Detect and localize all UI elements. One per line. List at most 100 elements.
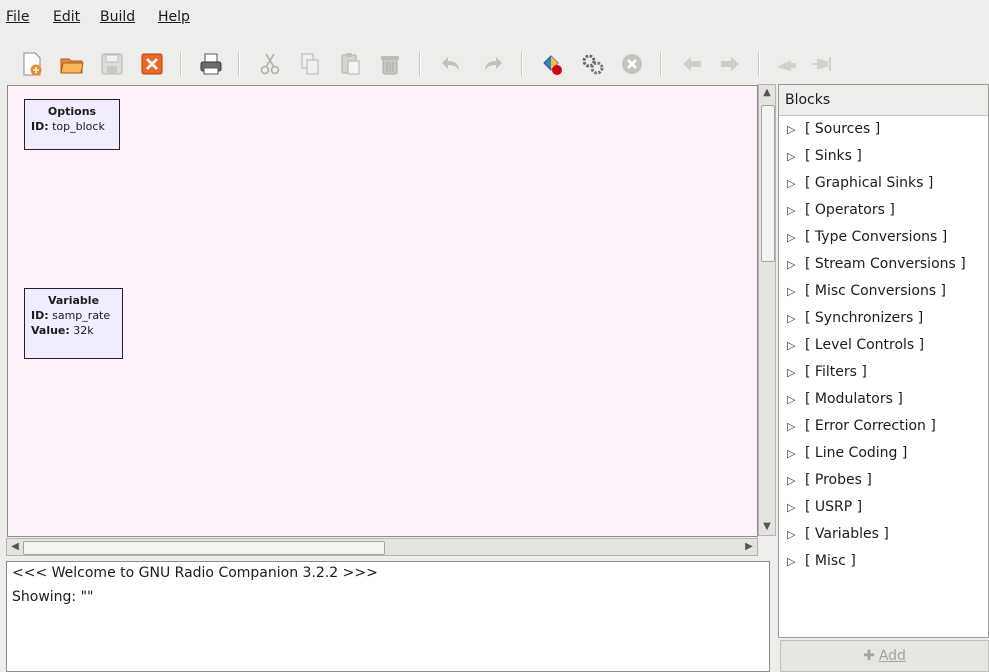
expand-arrow-icon[interactable]: ▷ xyxy=(787,305,805,332)
blocks-category[interactable]: ▷[ Stream Conversions ] xyxy=(779,251,988,278)
expand-arrow-icon[interactable]: ▷ xyxy=(787,143,805,170)
rotate-right-button[interactable] xyxy=(716,50,744,78)
toolbar-separator xyxy=(238,52,240,76)
blocks-category[interactable]: ▷[ Line Coding ] xyxy=(779,440,988,467)
add-button[interactable]: ✚ Add xyxy=(780,640,989,672)
variable-block[interactable]: Variable ID: samp_rate Value: 32k xyxy=(24,288,123,359)
expand-arrow-icon[interactable]: ▷ xyxy=(787,359,805,386)
blocks-category[interactable]: ▷[ Misc ] xyxy=(779,548,988,575)
paste-button[interactable] xyxy=(336,50,364,78)
enable-icon xyxy=(777,60,796,71)
options-block[interactable]: Options ID: top_block xyxy=(24,99,120,150)
blocks-category[interactable]: ▷[ Filters ] xyxy=(779,359,988,386)
expand-arrow-icon[interactable]: ▷ xyxy=(787,548,805,575)
expand-arrow-icon[interactable]: ▷ xyxy=(787,494,805,521)
close-button[interactable] xyxy=(138,50,166,78)
scroll-down-icon[interactable]: ▼ xyxy=(759,519,775,535)
blocks-category-list: ▷[ Sources ] ▷[ Sinks ] ▷[ Graphical Sinks… xyxy=(779,116,988,575)
blocks-category[interactable]: ▷[ Synchronizers ] xyxy=(779,305,988,332)
blocks-category[interactable]: ▷[ Variables ] xyxy=(779,521,988,548)
blocks-category-label: [ Type Conversions ] xyxy=(805,229,948,245)
copy-button[interactable] xyxy=(296,50,324,78)
blocks-category-label: [ Synchronizers ] xyxy=(805,310,924,326)
vertical-scroll-thumb[interactable] xyxy=(761,105,775,262)
menu-edit-label: Edit xyxy=(53,9,81,25)
copy-icon xyxy=(301,53,319,75)
blocks-category[interactable]: ▷[ Type Conversions ] xyxy=(779,224,988,251)
expand-arrow-icon[interactable]: ▷ xyxy=(787,197,805,224)
expand-arrow-icon[interactable]: ▷ xyxy=(787,386,805,413)
expand-arrow-icon[interactable]: ▷ xyxy=(787,251,805,278)
enable-button[interactable] xyxy=(773,50,801,78)
options-block-title: Options xyxy=(47,105,97,118)
expand-arrow-icon[interactable]: ▷ xyxy=(787,467,805,494)
undo-button[interactable] xyxy=(438,50,466,78)
blocks-category[interactable]: ▷[ Modulators ] xyxy=(779,386,988,413)
expand-arrow-icon[interactable]: ▷ xyxy=(787,332,805,359)
menu-build[interactable]: Build xyxy=(100,9,135,25)
toolbar-separator xyxy=(419,52,421,76)
rotate-left-button[interactable] xyxy=(678,50,706,78)
close-icon xyxy=(141,53,163,75)
delete-icon xyxy=(381,56,399,75)
blocks-category[interactable]: ▷[ Misc Conversions ] xyxy=(779,278,988,305)
horizontal-scroll-thumb[interactable] xyxy=(23,541,385,555)
expand-arrow-icon[interactable]: ▷ xyxy=(787,116,805,143)
blocks-category[interactable]: ▷[ USRP ] xyxy=(779,494,988,521)
menu-edit[interactable]: Edit xyxy=(53,9,80,25)
menu-file[interactable]: File xyxy=(6,9,29,25)
canvas-vertical-scrollbar[interactable]: ▲ ▼ xyxy=(758,84,776,536)
variable-block-title: Variable xyxy=(47,294,100,307)
redo-button[interactable] xyxy=(478,50,506,78)
expand-arrow-icon[interactable]: ▷ xyxy=(787,170,805,197)
blocks-category-label: [ Level Controls ] xyxy=(805,337,925,353)
blocks-category[interactable]: ▷[ Sources ] xyxy=(779,116,988,143)
scroll-left-icon[interactable]: ◀ xyxy=(7,539,23,555)
blocks-category-label: [ Stream Conversions ] xyxy=(805,256,966,272)
blocks-category[interactable]: ▷[ Operators ] xyxy=(779,197,988,224)
options-id-label: ID: xyxy=(31,120,49,133)
canvas-horizontal-scrollbar[interactable]: ◀ ▶ xyxy=(6,538,758,556)
expand-arrow-icon[interactable]: ▷ xyxy=(787,521,805,548)
toolbar-separator xyxy=(758,52,760,76)
open-button[interactable] xyxy=(58,50,86,78)
new-button[interactable] xyxy=(18,50,46,78)
cut-button[interactable] xyxy=(256,50,284,78)
kill-button[interactable] xyxy=(618,50,646,78)
toolbar-separator xyxy=(521,52,523,76)
menu-bar: File Edit Build Help xyxy=(0,0,989,34)
variable-block-id: ID: samp_rate xyxy=(31,308,116,323)
reports-panel[interactable]: <<< Welcome to GNU Radio Companion 3.2.2… xyxy=(6,561,770,672)
disable-button[interactable] xyxy=(807,50,835,78)
blocks-category[interactable]: ▷[ Probes ] xyxy=(779,467,988,494)
expand-arrow-icon[interactable]: ▷ xyxy=(787,440,805,467)
execute-icon xyxy=(582,54,604,75)
blocks-category[interactable]: ▷[ Error Correction ] xyxy=(779,413,988,440)
menu-help[interactable]: Help xyxy=(158,9,190,25)
open-icon xyxy=(60,58,84,74)
blocks-category-label: [ Filters ] xyxy=(805,364,867,380)
generate-button[interactable] xyxy=(538,50,566,78)
blocks-category-label: [ Graphical Sinks ] xyxy=(805,175,934,191)
expand-arrow-icon[interactable]: ▷ xyxy=(787,224,805,251)
blocks-category[interactable]: ▷[ Graphical Sinks ] xyxy=(779,170,988,197)
expand-arrow-icon[interactable]: ▷ xyxy=(787,413,805,440)
blocks-category[interactable]: ▷[ Sinks ] xyxy=(779,143,988,170)
print-icon xyxy=(200,53,222,75)
options-block-id: ID: top_block xyxy=(31,119,113,134)
delete-button[interactable] xyxy=(376,50,404,78)
execute-button[interactable] xyxy=(578,50,606,78)
rotate-left-icon xyxy=(683,57,701,71)
flowgraph-canvas[interactable]: Options ID: top_block Variable ID: samp_… xyxy=(7,85,758,537)
redo-icon xyxy=(485,57,502,71)
scroll-right-icon[interactable]: ▶ xyxy=(741,539,757,555)
blocks-header[interactable]: Blocks xyxy=(779,85,988,116)
menu-help-label: Help xyxy=(158,9,190,25)
save-button[interactable] xyxy=(98,50,126,78)
print-button[interactable] xyxy=(197,50,225,78)
options-id-value: top_block xyxy=(48,120,105,133)
scroll-up-icon[interactable]: ▲ xyxy=(759,85,775,101)
expand-arrow-icon[interactable]: ▷ xyxy=(787,278,805,305)
blocks-category[interactable]: ▷[ Level Controls ] xyxy=(779,332,988,359)
blocks-category-label: [ Sinks ] xyxy=(805,148,862,164)
